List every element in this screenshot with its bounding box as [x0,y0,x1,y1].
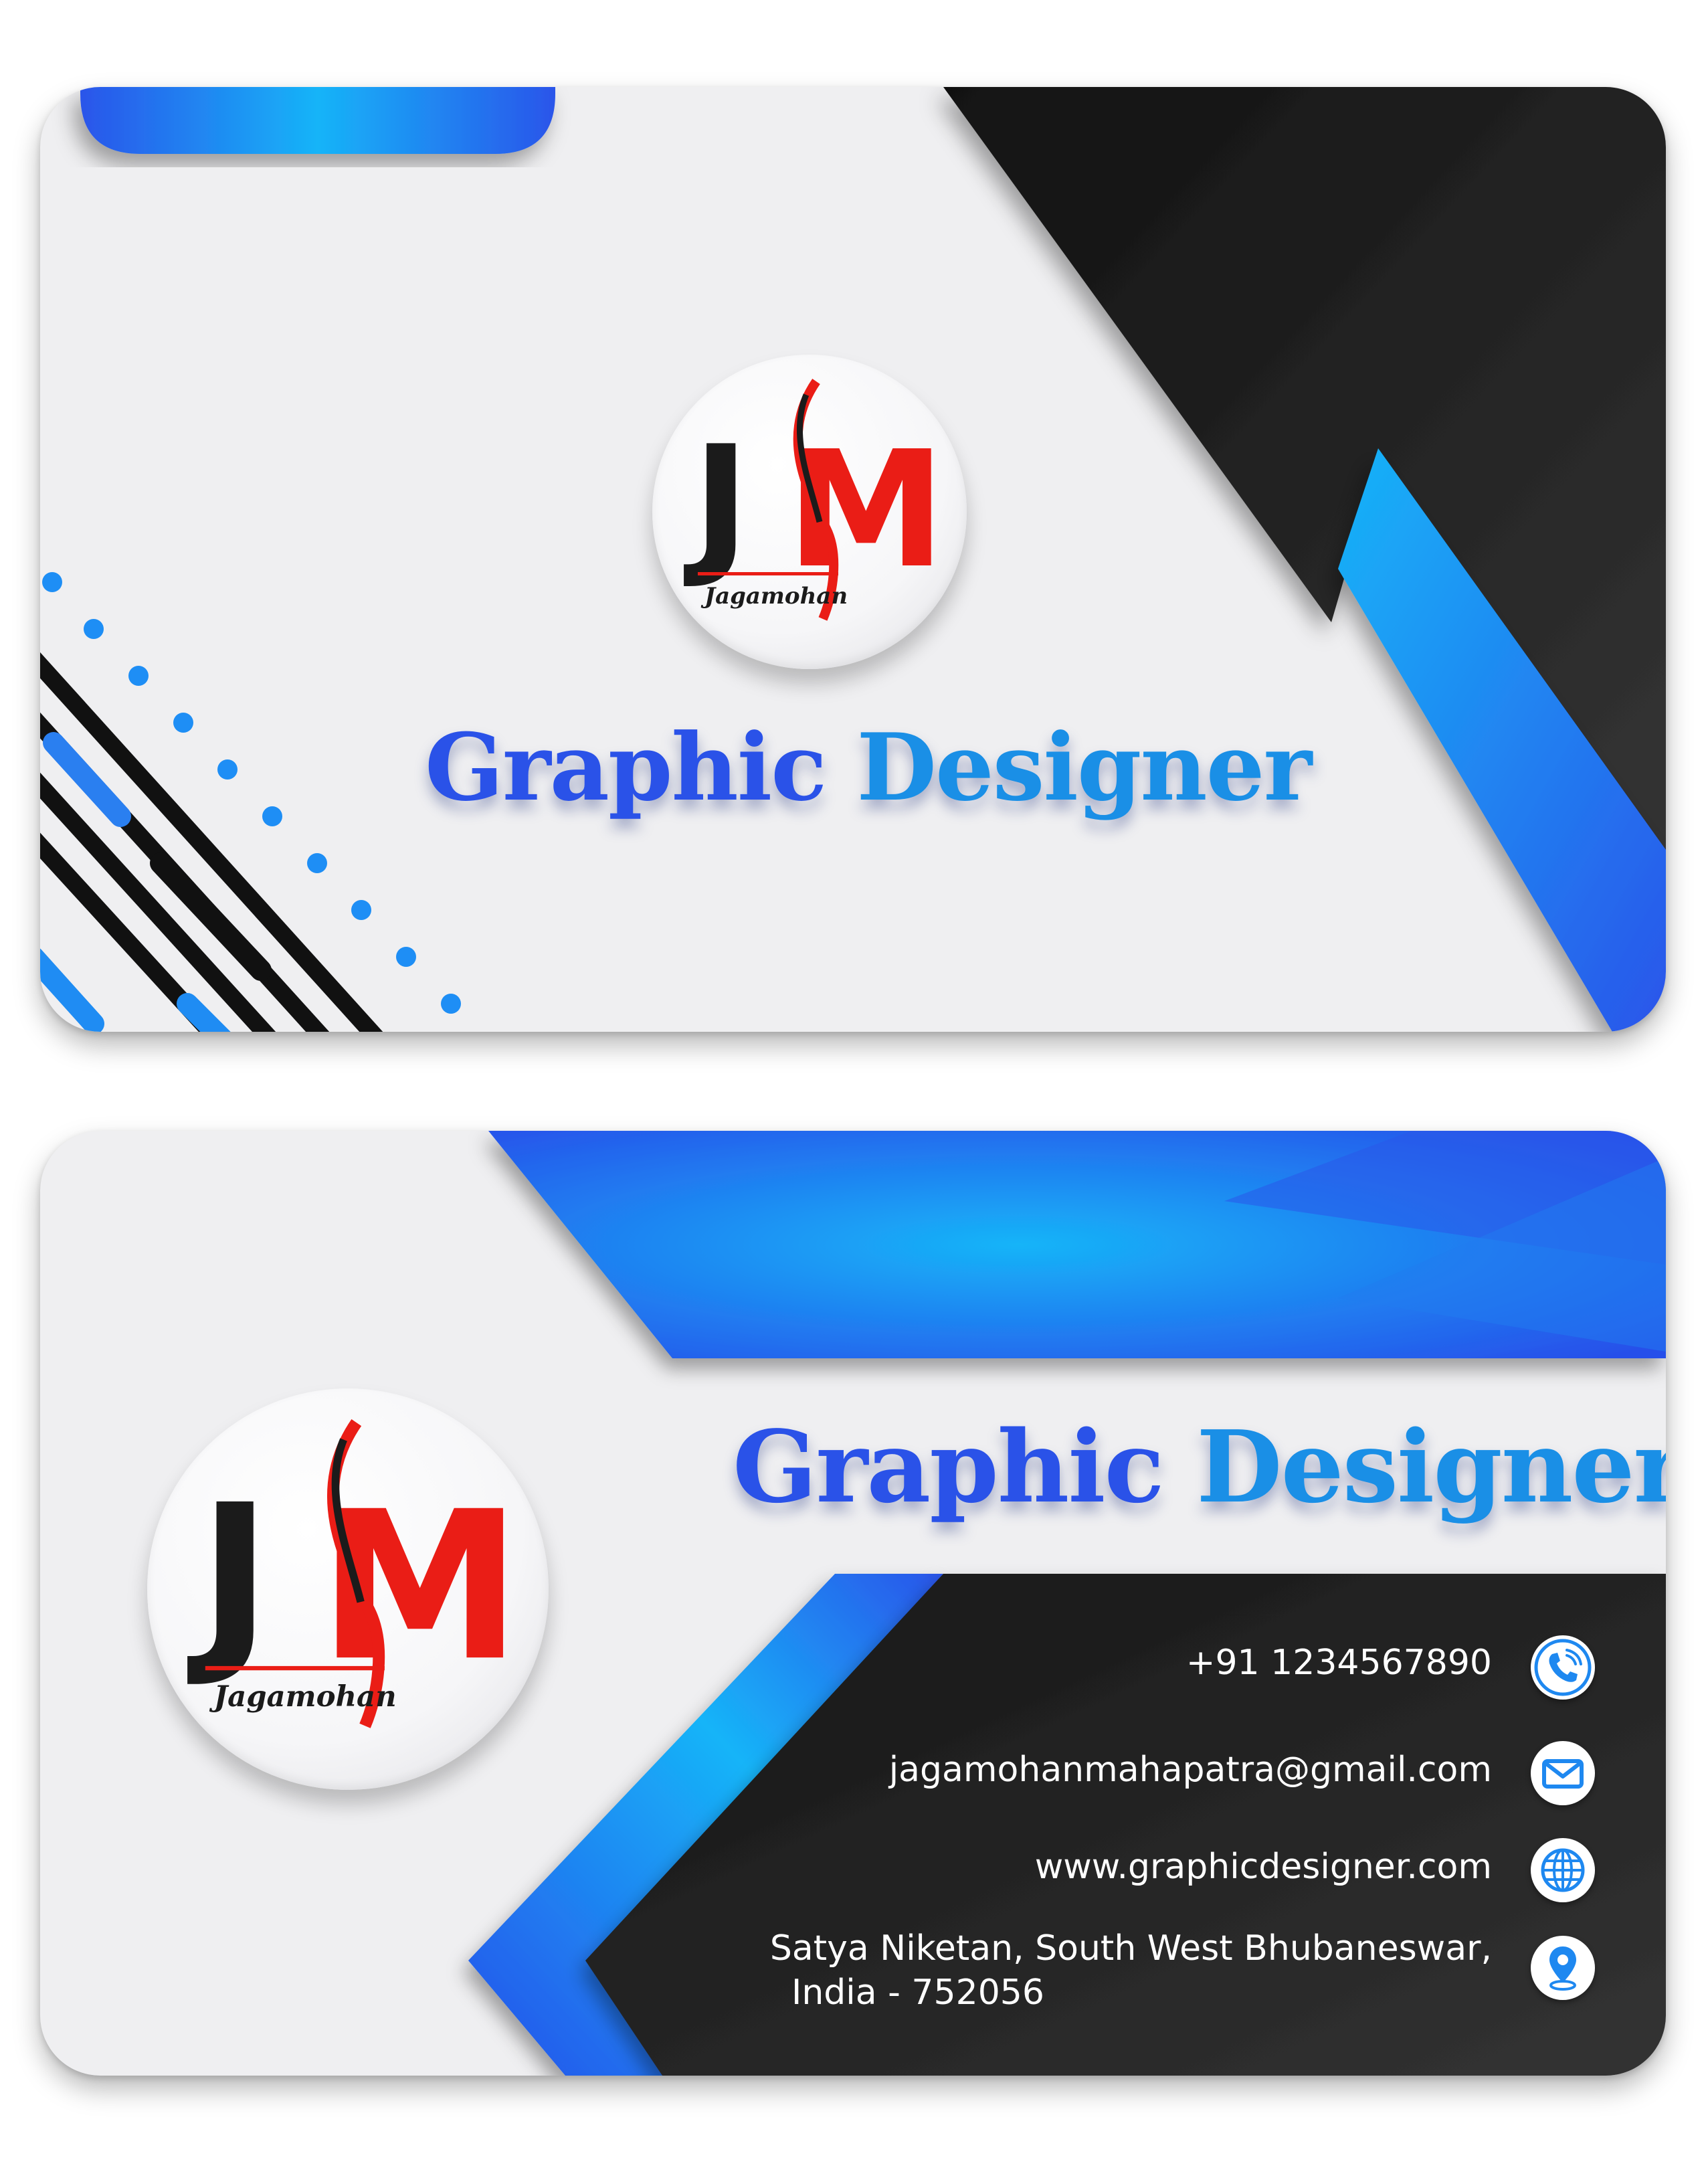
back-title-word1: Graphic [733,1408,1165,1525]
email-icon [1531,1741,1595,1805]
logo-letter-j: J [186,1463,272,1692]
top-blue-tab [80,87,555,154]
globe-icon [1531,1838,1595,1902]
address-line-1: Satya Niketan, South West Bhubaneswar, [769,1928,1492,1969]
front-logo-badge: J M Jagamohan [652,355,967,669]
jm-logo-icon: J M Jagamohan [186,1419,522,1728]
location-pin-icon [1531,1936,1595,2000]
front-title-word2: Designer [856,713,1312,822]
phone-icon [1531,1635,1595,1700]
phone-number[interactable]: +91 1234567890 [1186,1643,1492,1683]
logo-name-text: Jagamohan [209,1679,397,1714]
back-title-word2: Designer [1196,1408,1666,1525]
back-title: Graphic Designer [733,1408,1666,1525]
website-url[interactable]: www.graphicdesigner.com [1035,1847,1492,1887]
logo-name-text: Jagamohan [700,583,848,610]
back-logo-badge: J M Jagamohan [147,1388,549,1790]
front-title: Graphic Designer [425,713,1312,822]
jm-logo-icon: J M Jagamohan [684,379,946,621]
business-card-front: J M Jagamohan Graphic Designer [40,87,1666,1032]
logo-letter-m: M [318,1468,522,1706]
front-title-word1: Graphic [425,713,827,822]
logo-letter-j: J [684,414,750,592]
business-card-back: J M Jagamohan Graphic Designer +91 12345… [40,1131,1666,2076]
email-address[interactable]: jagamohanmahapatra@gmail.com [889,1750,1492,1790]
address-line-2: India - 752056 [791,1973,1044,2013]
diagonal-stripes [40,652,383,1032]
contact-panel [585,1574,1666,2076]
